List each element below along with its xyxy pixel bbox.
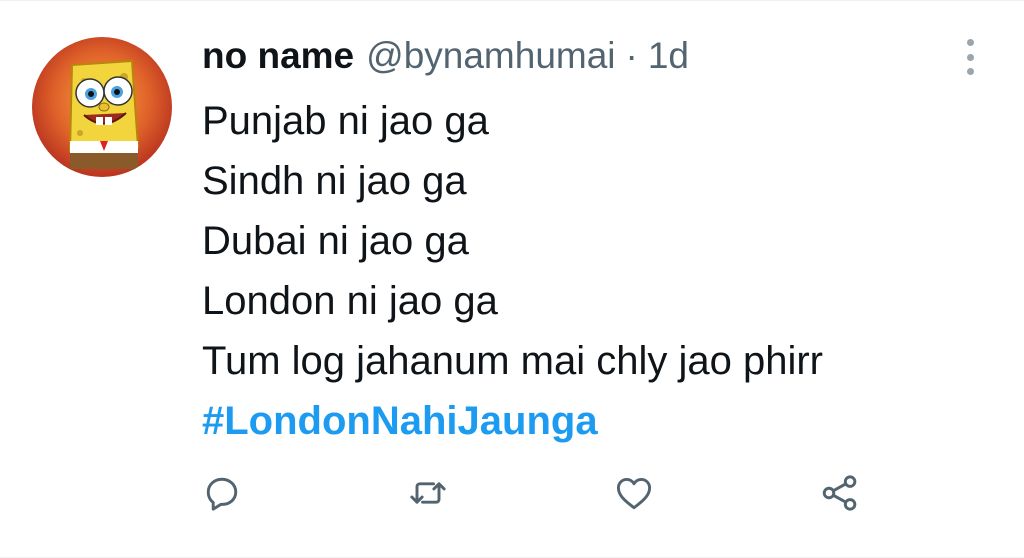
more-dot [966,39,974,46]
hashtag-link[interactable]: #LondonNahiJaunga [202,391,823,451]
more-dot [966,53,974,61]
tweet-line: Tum log jahanum mai chly jao phirr [202,339,823,383]
retweet-button[interactable] [406,471,450,515]
separator-dot: · [625,35,638,76]
more-dot [966,68,974,75]
share-icon [822,475,857,511]
tweet-header: no name @bynamhumai · 1d [202,35,689,83]
like-button[interactable] [612,471,656,515]
tweet-text: Punjab ni jao ga Sindh ni jao ga Dubai n… [202,91,823,451]
reply-icon [206,477,238,511]
author-name[interactable]: no name [202,35,354,77]
tweet[interactable]: no name @bynamhumai · 1d Punjab ni jao g… [0,0,1024,558]
share-button[interactable] [818,471,862,515]
more-vertical-icon[interactable] [958,39,982,75]
tweet-line: Dubai ni jao ga [202,219,469,263]
retweet-icon [410,482,446,504]
heart-icon [616,477,652,510]
tweet-line: Sindh ni jao ga [202,159,467,203]
reply-button[interactable] [200,471,244,515]
tweet-actions [0,471,1024,531]
avatar[interactable] [32,37,172,177]
author-handle[interactable]: @bynamhumai [366,35,615,77]
tweet-line: Punjab ni jao ga [202,99,489,143]
tweet-timestamp[interactable]: 1d [648,35,689,77]
spongebob-avatar-image [68,59,140,169]
tweet-line: London ni jao ga [202,279,498,323]
